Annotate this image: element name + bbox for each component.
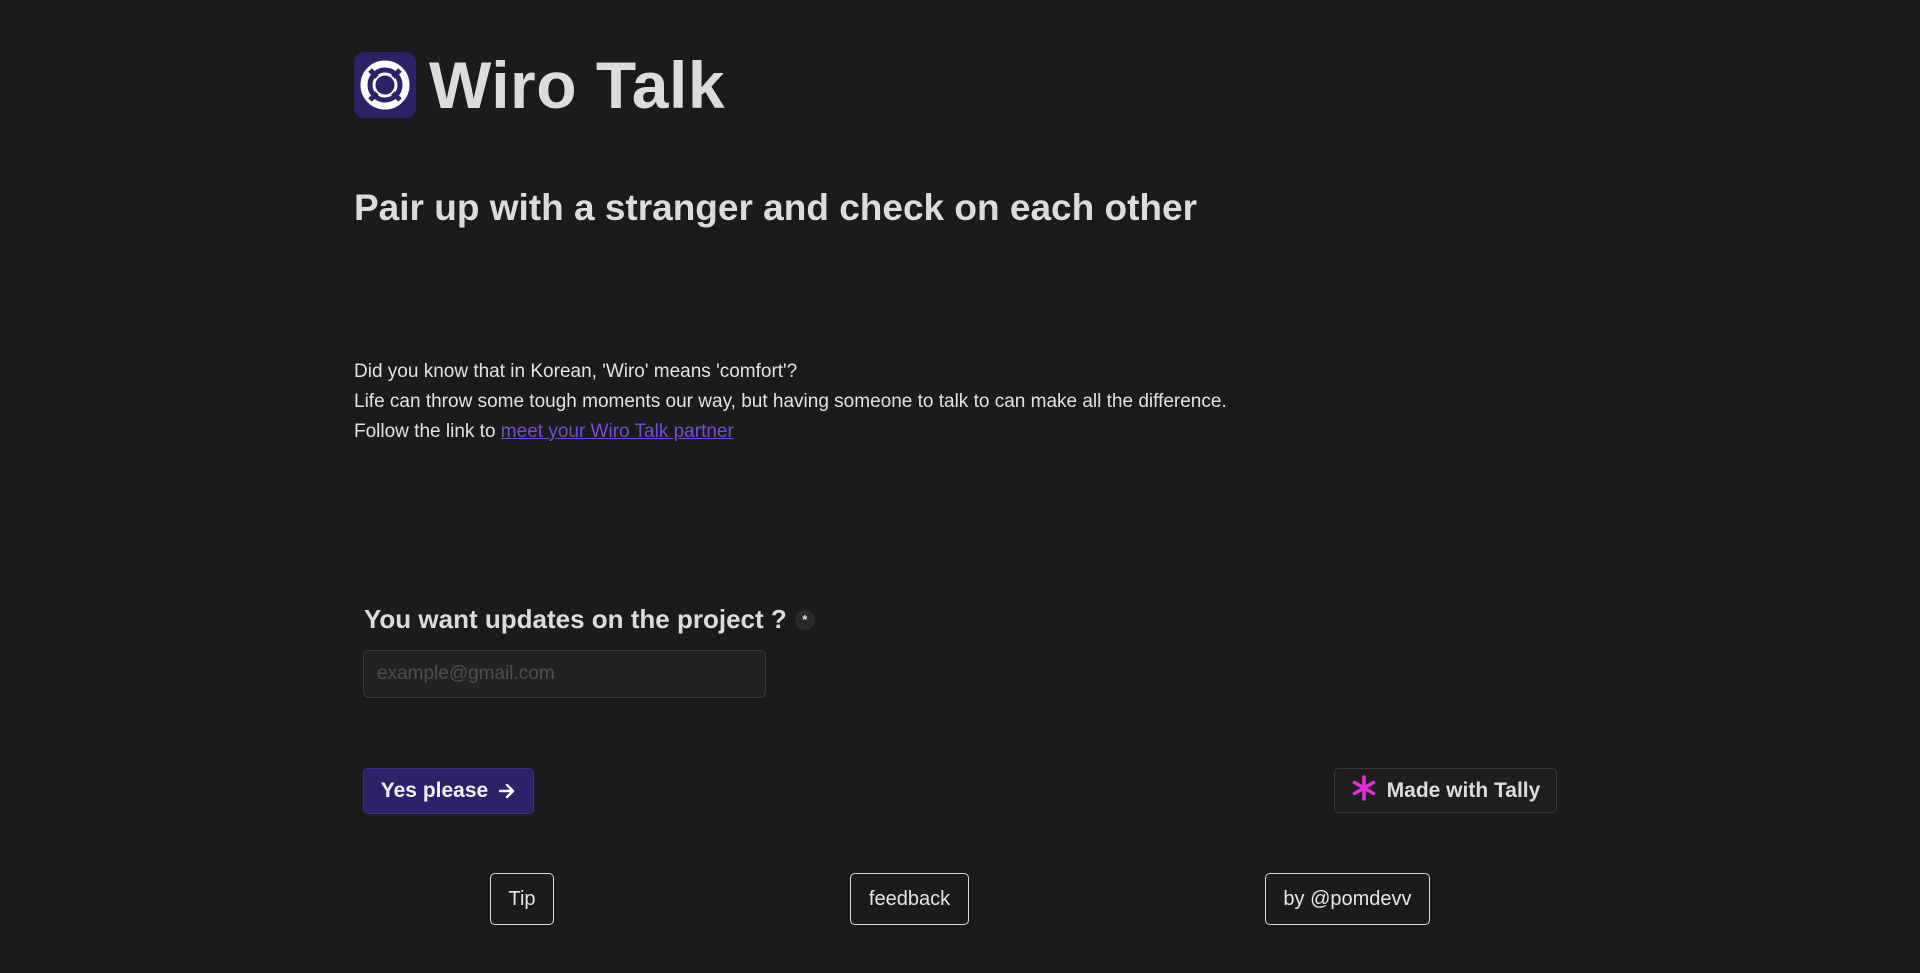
partner-link[interactable]: meet your Wiro Talk partner — [501, 421, 734, 442]
tally-label: Made with Tally — [1386, 778, 1541, 802]
arrow-right-icon — [498, 782, 516, 800]
page: Wiro Talk Pair up with a stranger and ch… — [0, 0, 1920, 973]
asterisk-icon — [1351, 774, 1377, 807]
app-logo — [354, 52, 416, 118]
intro-text: Did you know that in Korean, 'Wiro' mean… — [354, 357, 1227, 447]
intro-line-3: Follow the link to meet your Wiro Talk p… — [354, 417, 1227, 447]
feedback-button[interactable]: feedback — [850, 873, 969, 925]
form-question: You want updates on the project ? * — [364, 604, 815, 635]
author-button[interactable]: by @pomdevv — [1265, 873, 1430, 925]
question-label: You want updates on the project ? — [364, 604, 787, 634]
email-input[interactable] — [363, 650, 766, 698]
app-title: Wiro Talk — [429, 48, 726, 122]
intro-line-2: Life can throw some tough moments our wa… — [354, 391, 1227, 412]
lifebuoy-icon — [360, 60, 410, 110]
made-with-tally-badge[interactable]: Made with Tally — [1334, 768, 1557, 813]
submit-button[interactable]: Yes please — [363, 768, 534, 814]
required-indicator: * — [794, 609, 815, 630]
brand-header: Wiro Talk — [354, 52, 725, 118]
page-headline: Pair up with a stranger and check on eac… — [354, 187, 1197, 228]
intro-link-prefix: Follow the link to — [354, 421, 496, 442]
submit-label: Yes please — [380, 779, 489, 802]
intro-line-1: Did you know that in Korean, 'Wiro' mean… — [354, 361, 798, 382]
tip-button[interactable]: Tip — [490, 873, 554, 925]
